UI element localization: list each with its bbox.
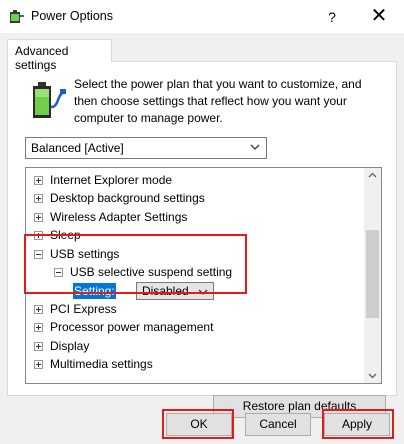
scroll-down-icon[interactable] [368, 373, 377, 379]
power-options-icon [10, 10, 24, 23]
window-title: Power Options [31, 9, 113, 23]
help-icon[interactable]: ? [320, 6, 344, 28]
expand-icon[interactable] [34, 213, 43, 222]
tree-item-label: Desktop background settings [50, 191, 205, 205]
expand-icon[interactable] [34, 176, 43, 185]
tree-item-label: Internet Explorer mode [50, 173, 173, 187]
tree-item-label: Wireless Adapter Settings [50, 210, 188, 224]
power-plan-select[interactable]: Balanced [Active] [25, 137, 267, 159]
cancel-button[interactable]: Cancel [245, 413, 311, 436]
apply-button-highlight [322, 409, 394, 439]
title-bar: Power Options ? ✕ [0, 0, 404, 33]
tree-item-label: Display [50, 339, 90, 353]
usb-settings-highlight [24, 234, 247, 294]
expand-icon[interactable] [34, 194, 43, 203]
description-text: Select the power plan that you want to c… [74, 77, 362, 125]
tree-item-label: PCI Express [50, 302, 117, 316]
scroll-up-icon[interactable] [368, 172, 377, 178]
tab-panel: Select the power plan that you want to c… [7, 61, 397, 418]
expand-icon[interactable] [34, 323, 43, 332]
tree-item-label: Processor power management [50, 320, 214, 334]
scrollbar-thumb[interactable] [366, 230, 379, 318]
expand-icon[interactable] [34, 360, 43, 369]
tab-advanced-settings[interactable]: Advanced settings [7, 39, 112, 72]
vertical-scrollbar[interactable] [364, 168, 381, 383]
expand-icon[interactable] [34, 305, 43, 314]
power-plan-value: Balanced [Active] [31, 141, 124, 155]
chevron-down-icon [250, 144, 260, 150]
battery-plug-icon [33, 82, 66, 118]
ok-button-highlight [162, 409, 234, 439]
close-icon[interactable]: ✕ [366, 5, 392, 29]
tree-item-label: Multimedia settings [50, 357, 153, 371]
expand-icon[interactable] [34, 342, 43, 351]
